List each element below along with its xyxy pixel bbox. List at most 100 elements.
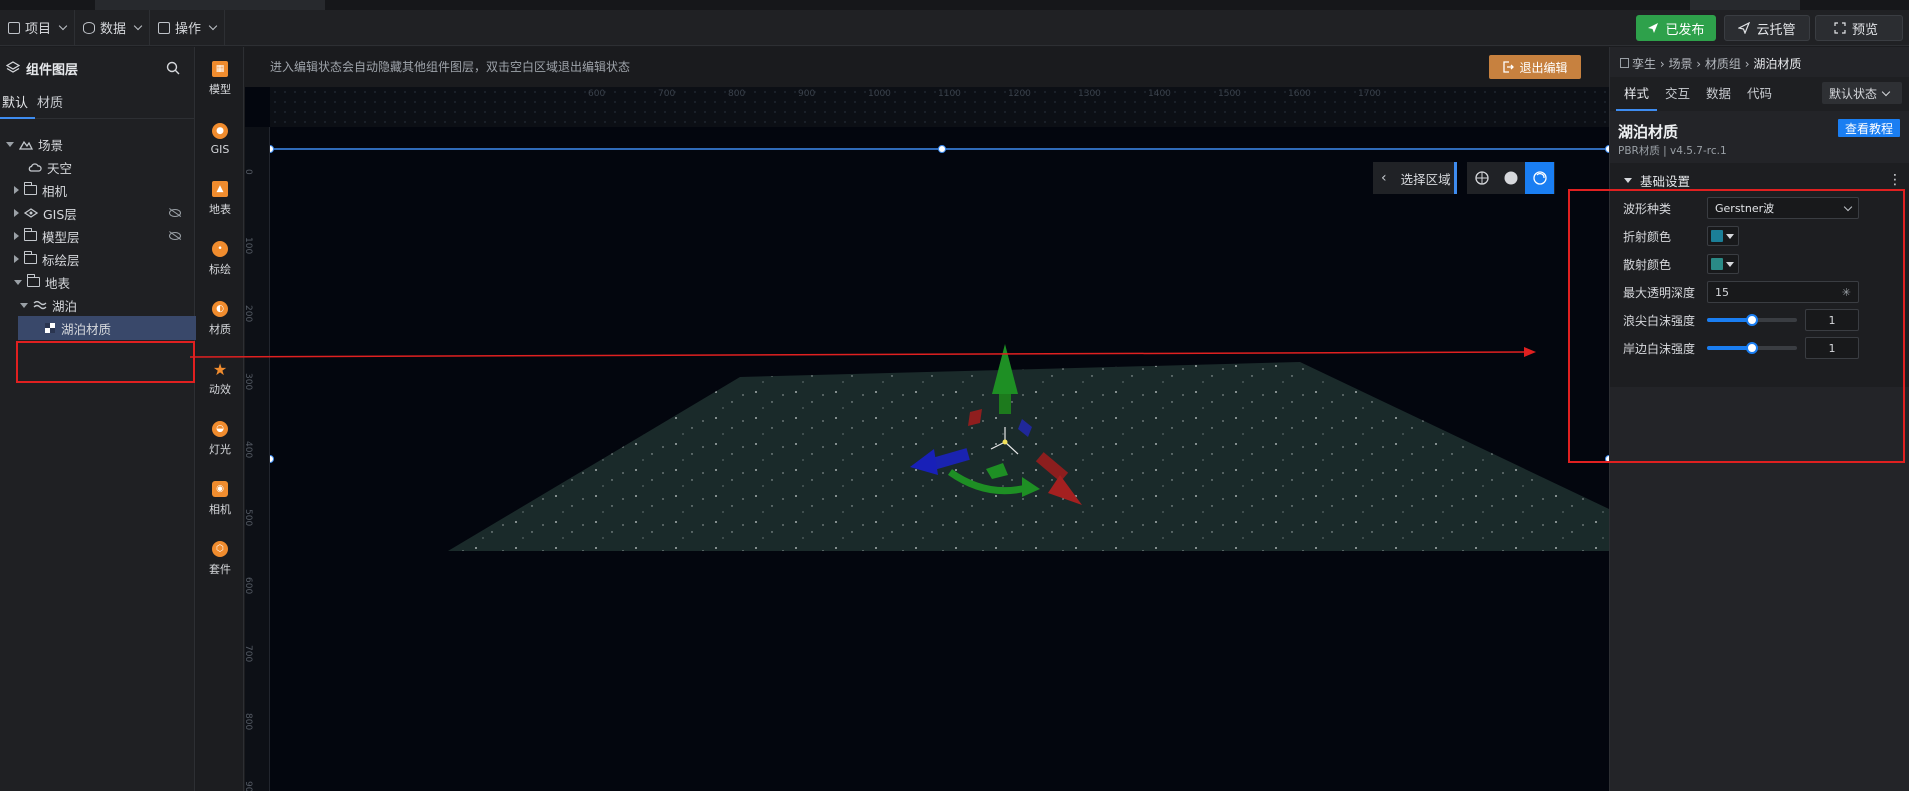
breadcrumb-item[interactable]: 孪生 [1632, 57, 1656, 71]
material-icon [45, 323, 55, 333]
gis-icon [24, 208, 38, 218]
lib-material[interactable]: ◐ 材质 [196, 291, 244, 347]
scene-canvas[interactable]: 进入编辑状态会自动隐藏其他组件图层，双击空白区域退出编辑状态 退出编辑 600 … [245, 47, 1609, 791]
breadcrumb-item[interactable]: 材质组 [1705, 57, 1741, 71]
tab-hint-right [1690, 0, 1800, 10]
lib-gis[interactable]: ● GIS [196, 111, 244, 167]
tab-style[interactable]: 样式 [1616, 77, 1658, 111]
tree-item-scene[interactable]: 场景 [0, 132, 195, 156]
ruler-tick: 300 [245, 373, 253, 391]
tab-interaction[interactable]: 交互 [1657, 77, 1698, 111]
tree-item-camera[interactable]: 相机 [0, 178, 195, 202]
view-sphere-button[interactable] [1496, 162, 1525, 194]
tree-item-lake[interactable]: 湖泊 [0, 293, 195, 317]
view-globe-button[interactable] [1467, 162, 1496, 194]
breadcrumb-item[interactable]: 场景 [1668, 57, 1692, 71]
publish-label: 已发布 [1665, 22, 1705, 38]
ruler-tick: 800 [245, 713, 253, 731]
preview-button[interactable]: 预览 [1815, 15, 1903, 41]
resize-handle[interactable] [270, 145, 274, 153]
ruler-tick: 1200 [1008, 89, 1031, 99]
lake-plane[interactable] [448, 362, 1609, 551]
more-icon[interactable]: ⋮ [1888, 172, 1902, 188]
tab-code[interactable]: 代码 [1739, 77, 1780, 111]
tutorial-button[interactable]: 查看教程 [1838, 119, 1900, 137]
caret-down-icon[interactable] [20, 302, 28, 308]
lib-label: 标绘 [209, 263, 231, 276]
lib-model[interactable]: ▦ 模型 [196, 51, 244, 107]
ruler-tick: 1000 [868, 89, 891, 99]
lib-terrain[interactable]: ▲ 地表 [196, 171, 244, 227]
breadcrumb: 孪生 › 场景 › 材质组 › 湖泊材质 [1620, 55, 1801, 72]
chevron-down-icon [208, 21, 218, 31]
scene-viewport[interactable] [270, 127, 1609, 791]
tree-item-plot-layer[interactable]: 标绘层 [0, 247, 195, 271]
layer-tabs: 默认 材质 [0, 89, 194, 119]
caret-right-icon[interactable] [14, 209, 19, 217]
caret-down-icon[interactable] [14, 279, 22, 285]
ruler-tick: 100 [245, 237, 253, 255]
sphere-icon [1504, 171, 1517, 185]
component-title: 湖泊材质 [1618, 123, 1679, 141]
exit-edit-button[interactable]: 退出编辑 [1489, 55, 1581, 79]
lib-kit[interactable]: ⬡ 套件 [196, 531, 244, 587]
tree-item-gis[interactable]: GIS层 [0, 201, 195, 225]
select-area-label[interactable]: 选择区域 [1401, 169, 1451, 188]
menu-project[interactable]: 项目 [0, 9, 76, 46]
ruler-tick: 500 [245, 509, 253, 527]
menu-label: 数据 [100, 22, 127, 37]
tree-item-label: 地表 [45, 275, 71, 291]
tree-item-label: 模型层 [42, 229, 80, 245]
lib-label: 模型 [209, 83, 231, 96]
layer-panel-title: 组件图层 [26, 62, 79, 78]
chevron-left-icon[interactable]: ‹ [1381, 170, 1387, 186]
resize-handle[interactable] [938, 145, 946, 153]
cloud-icon [28, 163, 42, 172]
caret-right-icon[interactable] [14, 232, 19, 240]
tree-item-sky[interactable]: 天空 [0, 155, 195, 179]
state-value: 默认状态 [1829, 86, 1878, 101]
caret-down-icon[interactable] [1624, 177, 1632, 183]
breadcrumb-current: 湖泊材质 [1753, 57, 1802, 71]
caret-down-icon[interactable] [6, 141, 14, 147]
material-ball-icon: ◐ [212, 301, 228, 317]
eye-off-icon[interactable] [169, 232, 181, 240]
lib-camera[interactable]: ◉ 相机 [196, 471, 244, 527]
caret-right-icon[interactable] [14, 186, 19, 194]
tree-item-terrain[interactable]: 地表 [0, 270, 195, 294]
tab-material[interactable]: 材质 [35, 89, 70, 119]
tab-default[interactable]: 默认 [0, 89, 36, 119]
tab-data[interactable]: 数据 [1698, 77, 1739, 111]
layer-panel: 组件图层 默认 材质 场景 天空 相机 GIS层 模型层 标绘层 地表 湖泊 湖… [0, 47, 198, 791]
folder-icon [26, 274, 40, 287]
file-icon [8, 21, 20, 34]
ruler-horizontal: 600 700 800 900 1000 1100 1200 1300 1400… [270, 87, 1609, 127]
tree-item-lake-material[interactable]: 湖泊材质 [18, 316, 198, 340]
send-icon [1648, 23, 1659, 33]
section-title: 基础设置 [1640, 173, 1691, 189]
tree-item-model-layer[interactable]: 模型层 [0, 224, 195, 248]
chevron-down-icon [133, 21, 143, 31]
terrain-icon: ▲ [212, 181, 228, 197]
lib-light[interactable]: ◒ 灯光 [196, 411, 244, 467]
layer-panel-header: 组件图层 [0, 47, 194, 89]
state-select[interactable]: 默认状态 [1822, 82, 1902, 104]
search-icon[interactable] [166, 61, 180, 75]
eye-off-icon[interactable] [169, 209, 181, 217]
ruler-tick: 900 [798, 89, 816, 99]
publish-button[interactable]: 已发布 [1636, 15, 1716, 41]
lib-plot[interactable]: • 标绘 [196, 231, 244, 287]
preview-label: 预览 [1851, 22, 1878, 38]
lib-label: 套件 [209, 563, 231, 576]
view-orbit-button[interactable] [1525, 162, 1554, 194]
ruler-tick: 0 [245, 169, 253, 175]
select-area-toolbar[interactable]: ‹ 选择区域 [1373, 162, 1457, 194]
caret-right-icon[interactable] [14, 255, 19, 263]
menu-data[interactable]: 数据 [75, 9, 151, 46]
ruler-tick: 1500 [1218, 89, 1241, 99]
pin-icon: • [212, 241, 228, 257]
menu-operation[interactable]: 操作 [150, 9, 226, 46]
resize-handle[interactable] [270, 455, 274, 463]
ruler-tick: 600 [245, 577, 253, 595]
cloud-host-button[interactable]: 云托管 [1724, 15, 1810, 41]
